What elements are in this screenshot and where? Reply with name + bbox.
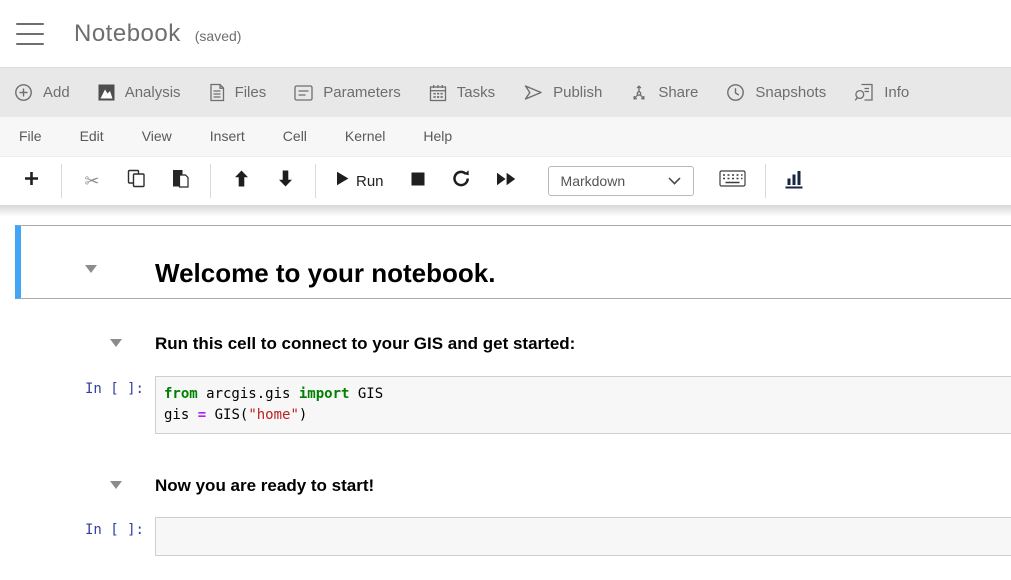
app-header: Notebook (saved) — [0, 0, 1011, 68]
copy-icon — [127, 169, 146, 193]
cell-gutter: In [ ]: — [0, 376, 155, 434]
fast-forward-icon — [496, 172, 516, 191]
app-toolbar-item-add[interactable]: Add — [0, 68, 84, 117]
restart-run-all-button[interactable] — [495, 172, 517, 191]
app-toolbar-item-snapshots[interactable]: Snapshots — [712, 68, 840, 117]
notebook-menu-bar: FileEditViewInsertCellKernelHelp — [0, 117, 1011, 157]
app-toolbar-item-info[interactable]: Info — [840, 68, 923, 117]
paste-icon — [172, 169, 189, 193]
app-toolbar-item-parameters[interactable]: Parameters — [280, 68, 415, 117]
code-line: from arcgis.gis import GIS — [164, 384, 1003, 405]
toolbar-separator — [61, 164, 62, 198]
cell-gutter — [0, 477, 155, 495]
menu-item-help[interactable]: Help — [404, 117, 471, 156]
restart-icon — [452, 169, 471, 193]
toolbar-separator — [210, 164, 211, 198]
toolbar-separator — [765, 164, 766, 198]
menu-item-cell[interactable]: Cell — [264, 117, 326, 156]
play-icon — [336, 171, 349, 191]
code-input-area[interactable]: from arcgis.gis import GIS gis = GIS("ho… — [155, 376, 1011, 434]
keyboard-icon — [719, 170, 746, 192]
app-toolbar-item-label: Share — [658, 84, 698, 101]
markdown-cell[interactable]: Now you are ready to start! — [0, 477, 1011, 495]
cell-heading: Run this cell to connect to your GIS and… — [155, 335, 575, 353]
app-toolbar-item-label: Analysis — [125, 84, 181, 101]
snapshots-icon — [726, 83, 745, 102]
input-prompt: In [ ]: — [0, 517, 155, 538]
collapse-caret-icon[interactable] — [110, 481, 122, 489]
chevron-down-icon — [668, 172, 681, 190]
files-icon — [209, 83, 225, 102]
cell-type-value: Markdown — [561, 173, 626, 189]
code-cell: In [ ]: from arcgis.gis import GIS gis =… — [0, 376, 1011, 434]
app-toolbar-item-publish[interactable]: Publish — [509, 68, 616, 117]
markdown-cell[interactable]: Run this cell to connect to your GIS and… — [0, 335, 1011, 353]
stop-icon — [411, 172, 425, 191]
insert-cell-button[interactable] — [20, 171, 42, 191]
analysis-icon — [98, 84, 115, 101]
menu-item-kernel[interactable]: Kernel — [326, 117, 404, 156]
cell-gutter — [0, 335, 155, 353]
paste-cells-button[interactable] — [169, 169, 191, 193]
code-input-area[interactable] — [155, 517, 1011, 556]
code-line: gis = GIS("home") — [164, 405, 1003, 426]
app-toolbar-item-label: Parameters — [323, 84, 401, 101]
app-toolbar-item-label: Files — [235, 84, 267, 101]
app-toolbar-item-share[interactable]: Share — [616, 68, 712, 117]
app-toolbar-item-tasks[interactable]: Tasks — [415, 68, 509, 117]
move-cell-down-button[interactable] — [274, 170, 296, 192]
arrow-up-icon — [234, 170, 249, 192]
markdown-cell-selected[interactable]: Welcome to your notebook. — [15, 225, 1011, 299]
save-status: (saved) — [195, 28, 242, 44]
app-toolbar-item-files[interactable]: Files — [195, 68, 281, 117]
tasks-icon — [429, 84, 447, 102]
arrow-down-icon — [278, 170, 293, 192]
collapse-caret-icon[interactable] — [85, 265, 97, 273]
cell-gutter: In [ ]: — [0, 517, 155, 556]
app-toolbar-item-label: Info — [884, 84, 909, 101]
cut-cells-button[interactable]: ✂ — [81, 172, 103, 190]
code-cell: In [ ]: — [0, 517, 1011, 556]
plus-icon — [24, 171, 39, 191]
run-toolbar: ✂ Run Markdown — [0, 157, 1011, 205]
app-toolbar-item-label: Snapshots — [755, 84, 826, 101]
info-icon — [854, 83, 874, 102]
app-toolbar-item-label: Publish — [553, 84, 602, 101]
command-palette-button[interactable] — [719, 170, 746, 192]
menu-item-edit[interactable]: Edit — [61, 117, 123, 156]
app-toolbar: Add Analysis Files Parameters Tasks Publish Sh… — [0, 68, 1011, 117]
scissors-icon: ✂ — [84, 172, 99, 190]
publish-icon — [523, 84, 543, 101]
restart-kernel-button[interactable] — [451, 169, 473, 193]
app-toolbar-item-label: Tasks — [457, 84, 495, 101]
cell-type-dropdown[interactable]: Markdown — [548, 166, 694, 196]
add-icon — [14, 83, 33, 102]
cell-heading: Welcome to your notebook. — [155, 258, 495, 289]
notebook-area: Welcome to your notebook. Run this cell … — [0, 225, 1011, 556]
app-toolbar-item-analysis[interactable]: Analysis — [84, 68, 195, 117]
menu-item-file[interactable]: File — [0, 117, 61, 156]
share-icon — [630, 83, 648, 103]
move-cell-up-button[interactable] — [230, 170, 252, 192]
run-button[interactable]: Run — [336, 171, 384, 191]
bar-chart-icon — [785, 169, 806, 194]
cell-heading: Now you are ready to start! — [155, 477, 374, 495]
collapse-caret-icon[interactable] — [110, 339, 122, 347]
menu-item-insert[interactable]: Insert — [191, 117, 264, 156]
run-button-label: Run — [356, 173, 384, 190]
app-toolbar-item-label: Add — [43, 84, 70, 101]
menu-item-view[interactable]: View — [123, 117, 191, 156]
page-title: Notebook — [74, 20, 181, 48]
parameters-icon — [294, 85, 313, 101]
input-prompt: In [ ]: — [0, 376, 155, 397]
toolbar-separator — [315, 164, 316, 198]
copy-cells-button[interactable] — [125, 169, 147, 193]
hamburger-menu-icon[interactable] — [0, 23, 60, 45]
interrupt-kernel-button[interactable] — [407, 172, 429, 191]
toolbar-shadow — [0, 205, 1011, 216]
chart-pane-button[interactable] — [785, 169, 807, 194]
